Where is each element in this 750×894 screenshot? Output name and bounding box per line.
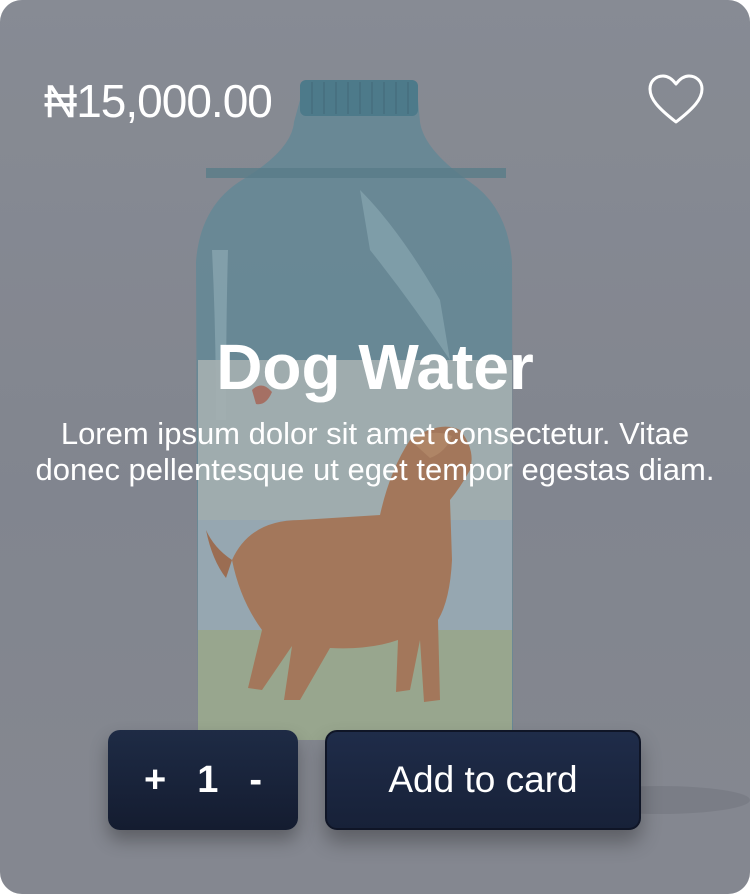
quantity-value: 1: [197, 758, 219, 801]
decrement-button[interactable]: -: [249, 759, 262, 802]
product-description: Lorem ipsum dolor sit amet consectetur. …: [35, 416, 715, 487]
product-title: Dog Water: [216, 331, 534, 403]
product-card: ₦15,000.00 Dog Water Lorem ipsum dolor s…: [0, 0, 750, 894]
add-to-cart-button[interactable]: Add to card: [325, 730, 641, 830]
increment-button[interactable]: +: [144, 759, 166, 802]
product-price: ₦15,000.00: [44, 75, 273, 127]
quantity-stepper: + 1 -: [108, 730, 298, 830]
heart-outline-icon[interactable]: [646, 72, 706, 128]
